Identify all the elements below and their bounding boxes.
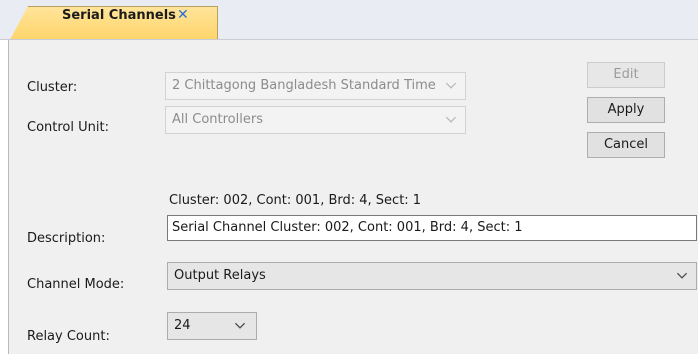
location-info: Cluster: 002, Cont: 001, Brd: 4, Sect: 1 [169,193,422,208]
apply-button[interactable]: Apply [587,97,665,123]
description-label: Description: [27,231,106,246]
channel-mode-label: Channel Mode: [27,277,125,292]
channel-mode-select-value: Output Relays [174,268,266,283]
tab-strip: Serial Channels ✕ [0,0,698,40]
chevron-down-icon [234,322,246,329]
form-panel: Cluster: 2 Chittagong Bangladesh Standar… [8,40,698,354]
relay-count-label: Relay Count: [27,329,110,344]
relay-count-select-value: 24 [174,318,191,333]
cancel-button[interactable]: Cancel [587,132,665,158]
control-unit-select: All Controllers [165,106,466,134]
control-unit-label: Control Unit: [27,120,109,135]
channel-mode-select[interactable]: Output Relays [167,262,697,290]
cluster-select: 2 Chittagong Bangladesh Standard Time [165,72,466,100]
chevron-down-icon [445,116,457,123]
close-icon[interactable]: ✕ [177,7,189,23]
relay-count-select[interactable]: 24 [167,312,257,340]
tab-label: Serial Channels [62,8,176,23]
chevron-down-icon [676,272,688,279]
chevron-down-icon [445,82,457,89]
serial-channels-window: Serial Channels ✕ Cluster: 2 Chittagong … [0,0,698,354]
description-input[interactable]: Serial Channel Cluster: 002, Cont: 001, … [167,215,697,241]
cluster-label: Cluster: [27,80,78,95]
edit-button[interactable]: Edit [587,62,665,88]
control-unit-select-value: All Controllers [172,112,263,127]
cluster-select-value: 2 Chittagong Bangladesh Standard Time [172,78,436,93]
